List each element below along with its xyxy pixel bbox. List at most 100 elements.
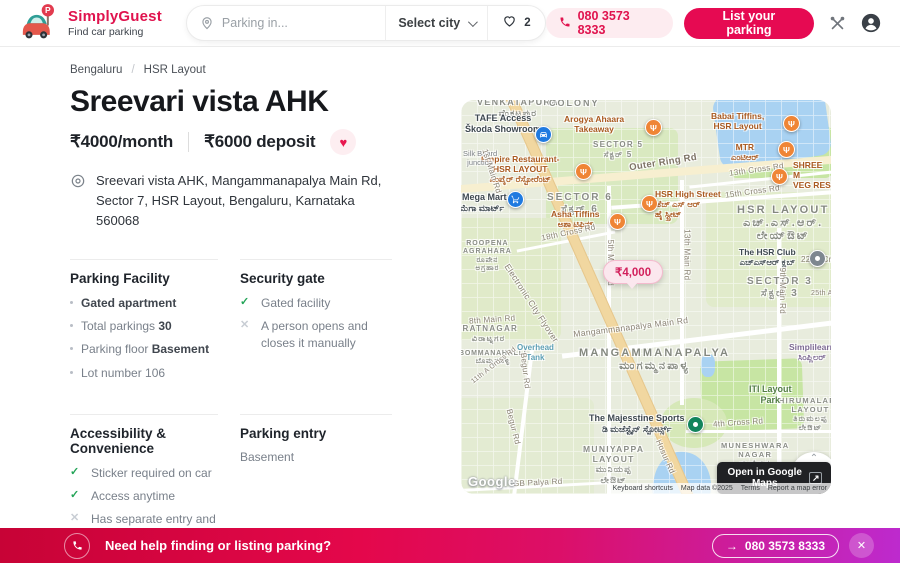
favorite-toggle-button[interactable]: ♥ — [330, 129, 357, 155]
showroom-marker[interactable] — [535, 126, 552, 143]
car-logo-icon: P — [19, 2, 59, 45]
deposit-amount: ₹6000 deposit — [204, 132, 316, 151]
restaurant-marker[interactable] — [778, 141, 795, 158]
listing-detail-panel: Bengaluru / HSR Layout Sreevari vista AH… — [70, 64, 400, 563]
facility-item: Gated apartment — [70, 295, 218, 312]
search-bar: Select city 2 — [185, 5, 546, 41]
map-area-label: IRATNAGAR ವಿರಾಟ್ನಗರ — [461, 324, 519, 343]
address-text: Sreevari vista AHK, Mangammanapalya Main… — [96, 173, 382, 229]
map-poi-label: ITI Layout Park — [749, 384, 792, 405]
page-title: Sreevari vista AHK — [70, 85, 329, 118]
map-poi-label: HSR High Street ಹೆಚ್ ಎಸ್ ಆರ್ ಹೈ ಸ್ಟ್ರೀಟ್ — [655, 189, 721, 220]
restaurant-marker[interactable] — [575, 163, 592, 180]
price-row: ₹4000/month ₹6000 deposit ♥ — [70, 129, 400, 155]
section-title: Security gate — [240, 271, 325, 287]
map-poi-label: Babai Tiffins, HSR Layout — [711, 111, 765, 132]
location-pin-icon — [200, 16, 214, 30]
listing-price-map-tag[interactable]: ₹4,000 — [603, 260, 664, 289]
check-icon: ✓ — [240, 296, 250, 309]
map-road-label: 13th Main Rd — [682, 229, 692, 281]
svg-text:P: P — [45, 5, 51, 15]
google-map[interactable]: VENKATAPURA ವೆಂಕಟಪುರ COLONY SECTOR 5 ಸೆಕ… — [461, 100, 831, 494]
favorites-count: 2 — [524, 17, 531, 29]
section-parking-facility: Parking Facility Gated apartment Total p… — [70, 259, 218, 387]
report-map-error-link[interactable]: Report a map error — [768, 485, 827, 492]
map-data-label: Map data ©2025 — [680, 485, 733, 492]
divider — [188, 132, 190, 152]
section-title: Parking entry — [240, 425, 327, 441]
keyboard-shortcuts-link[interactable]: Keyboard shortcuts — [613, 485, 673, 492]
banner-call-button[interactable]: → 080 3573 8333 — [711, 533, 839, 558]
phone-icon — [559, 16, 571, 31]
map-poi-label: Arogya Ahaara Takeaway — [564, 114, 625, 135]
breadcrumb-area[interactable]: HSR Layout — [144, 64, 206, 76]
breadcrumb-separator: / — [131, 64, 135, 76]
map-poi-label: TAFE Access Škoda Showroom — [465, 113, 542, 134]
city-selector[interactable]: Select city — [386, 6, 487, 40]
bullet-icon — [70, 370, 73, 374]
banner-close-button[interactable]: ✕ — [849, 533, 874, 558]
facility-sections-grid: Parking Facility Gated apartment Total p… — [70, 259, 400, 563]
map-area-label: MANGAMMANAPALYA ಮಂಗಮ್ಮನಪಾಳ್ಯ — [579, 347, 731, 373]
map-road-label: 9th Main Rd — [778, 267, 788, 315]
cross-icon: ✕ — [240, 319, 250, 332]
heart-filled-icon: ♥ — [339, 134, 348, 150]
map-poi-label: l Mega Mart ಮೆಗಾ ಮಾರ್ಟ್ — [461, 192, 507, 213]
map-area-label: SECTOR 5 ಸೆಕ್ಟರ್ 5 — [593, 140, 644, 159]
check-icon: ✓ — [70, 465, 80, 478]
phone-icon — [64, 532, 90, 559]
breadcrumb-city[interactable]: Bengaluru — [70, 64, 122, 76]
map-area-label: COLONY — [549, 100, 600, 108]
map-area-label: HSR LAYOUT ಎಚ್.ಎಸ್.ಆರ್. ಲೇಯ್ಔಟ್ — [737, 204, 830, 243]
restaurant-marker[interactable] — [645, 119, 662, 136]
facility-item: Parking floor Basement — [70, 341, 218, 358]
check-icon: ✓ — [70, 488, 80, 501]
banner-message: Need help finding or listing parking? — [105, 538, 332, 553]
feature-item: ✓ Sticker required on car — [70, 465, 218, 482]
feature-item: ✓ Gated facility — [240, 295, 392, 312]
brand-name: SimplyGuest — [68, 8, 162, 25]
parking-entry-value: Basement — [240, 449, 295, 464]
restaurant-marker[interactable] — [609, 213, 626, 230]
facility-item: Lot number 106 — [70, 365, 218, 382]
bullet-icon — [70, 347, 73, 351]
map-area-label: MUNIYAPPA LAYOUT ಮುನಿಯಪ್ಪ ಲೇಔಟ್ — [583, 444, 645, 485]
terms-link[interactable]: Terms — [741, 485, 760, 492]
account-avatar-icon[interactable] — [861, 13, 881, 33]
favorites-button[interactable]: 2 — [488, 6, 544, 40]
map-poi-label: Simplilearn ಸಿಂಪ್ಲಿಲರ್ — [789, 342, 831, 363]
tools-icon[interactable] — [829, 15, 846, 32]
section-title: Accessibility & Convenience — [70, 425, 167, 456]
header-phone-button[interactable]: 080 3573 8333 — [545, 8, 673, 38]
restaurant-marker[interactable] — [771, 168, 788, 185]
restaurant-marker[interactable] — [641, 195, 658, 212]
bullet-icon — [70, 324, 73, 328]
map-attribution: Keyboard shortcuts Map data ©2025 Terms … — [608, 483, 831, 494]
price-per-month: ₹4000/month — [70, 132, 174, 151]
google-logo[interactable]: Google — [468, 474, 516, 489]
brand-tagline: Find car parking — [68, 26, 144, 38]
restaurant-marker[interactable] — [783, 115, 800, 132]
section-title: Parking Facility — [70, 271, 170, 287]
feature-item: ✕ A person opens and closes it manually — [240, 318, 392, 352]
close-icon: ✕ — [856, 540, 867, 552]
search-input[interactable] — [221, 16, 386, 30]
map-poi-label: MTR ಎಂಟಿಆರ್ — [731, 142, 759, 163]
brand-logo-block[interactable]: P SimplyGuest Find car parking — [19, 2, 162, 45]
map-road-label: 25th A Cross — [811, 290, 831, 297]
store-marker[interactable] — [507, 191, 524, 208]
map-poi-label: SHREE M VEG RES — [793, 160, 831, 191]
sports-ground-marker[interactable] — [687, 416, 704, 433]
heart-outline-icon — [502, 14, 517, 33]
list-your-parking-button[interactable]: List your parking — [683, 7, 814, 39]
facility-item: Total parkings 30 — [70, 318, 218, 335]
address-block: Sreevari vista AHK, Mangammanapalya Main… — [70, 171, 400, 231]
app-header: P SimplyGuest Find car parking Select ci… — [0, 0, 900, 47]
breadcrumb: Bengaluru / HSR Layout — [70, 64, 400, 76]
arrow-right-icon: → — [725, 538, 738, 553]
map-poi-label: The HSR Club ಎಚ್ಎಸ್ಆರ್ ಕ್ಲಬ್ — [739, 247, 796, 268]
location-pin-icon — [70, 173, 86, 231]
club-marker[interactable] — [809, 250, 826, 267]
map-poi-label: The Majesstine Sports ಡಿ ಮಜೆಸ್ಟೈನ್ ಸ್ಪೋರ… — [589, 413, 685, 434]
section-security-gate: Security gate ✓ Gated facility ✕ A person … — [240, 259, 392, 387]
